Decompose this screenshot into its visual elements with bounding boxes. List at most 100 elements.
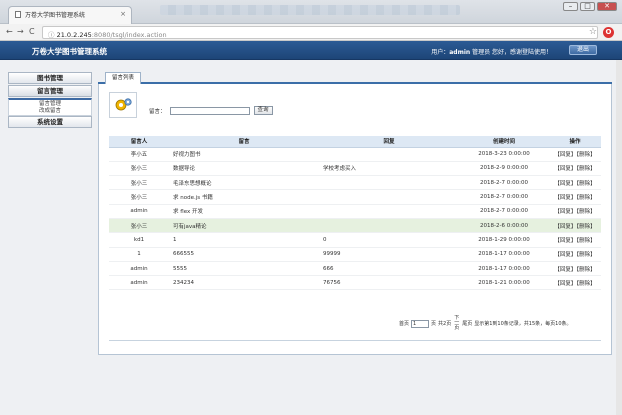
reply-link[interactable]: 【回复】 (554, 181, 576, 187)
pager-summary: 显示第1到10条记录，共15条，每页10条。 (474, 321, 572, 327)
forward-icon[interactable]: → (17, 27, 24, 36)
cell-reply (319, 189, 459, 205)
user-name: admin (449, 49, 471, 56)
cell-message: 可有java精论 (169, 218, 319, 234)
cell-message: 234234 (169, 275, 319, 291)
content-panel: 留言列表 留言： 查询 留言人 留言 回复 创建时间 操作 李小五 好视力图书 … (98, 72, 612, 357)
cell-actions: 【回复】【删除】 (549, 247, 601, 262)
cell-reply (319, 204, 459, 219)
reply-link[interactable]: 【回复】 (554, 252, 576, 258)
cell-message: 数据导论 (169, 161, 319, 177)
cell-reply: 666 (319, 261, 459, 277)
cell-reply (319, 147, 459, 162)
cell-created: 2018-2-9 0:00:00 (459, 161, 549, 177)
cell-message: 好视力图书 (169, 147, 319, 162)
reload-icon[interactable]: C (29, 27, 35, 36)
reply-link[interactable]: 【回复】 (554, 166, 576, 172)
reply-link[interactable]: 【回复】 (554, 209, 576, 215)
reply-link[interactable]: 【回复】 (554, 238, 576, 244)
table-row: 张小三 数据导论 学校考虑买入 2018-2-9 0:00:00 【回复】【删除】 (109, 161, 601, 177)
reply-link[interactable]: 【回复】 (554, 195, 576, 201)
cell-message: 1 (169, 232, 319, 248)
search-label: 留言： (149, 108, 166, 115)
reply-link[interactable]: 【回复】 (554, 281, 576, 287)
delete-link[interactable]: 【删除】 (576, 224, 595, 230)
cell-message: 5555 (169, 261, 319, 277)
cell-author: 1 (109, 247, 169, 262)
delete-link[interactable]: 【删除】 (576, 267, 595, 273)
opera-icon[interactable]: O (603, 27, 614, 38)
delete-link[interactable]: 【删除】 (576, 181, 595, 187)
cell-author: admin (109, 275, 169, 291)
sidebar-item-message-manage[interactable]: 留言管理 (8, 98, 92, 107)
delete-link[interactable]: 【删除】 (576, 166, 595, 172)
cell-message: 求 node.js 书籍 (169, 189, 319, 205)
table-row: admin 5555 666 2018-1-17 0:00:00 【回复】【删除】 (109, 261, 601, 277)
search-button[interactable]: 查询 (253, 106, 273, 115)
cell-created: 2018-1-29 0:00:00 (459, 232, 549, 248)
cell-created: 2018-2-7 0:00:00 (459, 204, 549, 219)
gear-icon (109, 92, 137, 118)
message-table: 留言人 留言 回复 创建时间 操作 李小五 好视力图书 2018-3-23 0:00… (109, 136, 601, 291)
reply-link[interactable]: 【回复】 (554, 224, 576, 230)
cell-actions: 【回复】【删除】 (549, 275, 601, 291)
cell-actions: 【回复】【删除】 (549, 175, 601, 191)
gears-graphic (115, 98, 132, 111)
cell-created: 2018-2-7 0:00:00 (459, 189, 549, 205)
user-suffix: 管理员 您好，感谢登陆使用！ (470, 49, 552, 56)
delete-link[interactable]: 【删除】 (576, 281, 595, 287)
delete-link[interactable]: 【删除】 (576, 195, 595, 201)
cell-reply: 76756 (319, 275, 459, 291)
reply-link[interactable]: 【回复】 (554, 152, 576, 158)
pager: 首页 1 页 共2页 下一页 尾页 显示第1到10条记录，共15条，每页10条。 (399, 316, 604, 331)
search-input[interactable] (169, 106, 250, 115)
maximize-icon[interactable]: □ (580, 2, 595, 11)
cell-actions: 【回复】【删除】 (549, 232, 601, 248)
pager-first[interactable]: 首页 (399, 320, 409, 327)
sidebar-section-settings[interactable]: 系统设置 (8, 116, 92, 128)
user-prefix: 用户： (431, 49, 450, 56)
scrollbar[interactable] (616, 60, 622, 415)
back-icon[interactable]: ← (6, 27, 13, 36)
panel-tabbar: 留言列表 (98, 72, 612, 84)
table-row: 1 666555 99999 2018-1-17 0:00:00 【回复】【删除】 (109, 247, 601, 262)
user-greeting: 用户：admin 管理员 您好，感谢登陆使用！ (431, 47, 552, 56)
tab-message-list[interactable]: 留言列表 (105, 72, 141, 84)
window-controls: – □ ✕ (563, 2, 617, 11)
cell-message: 666555 (169, 247, 319, 262)
cell-author: 李小五 (109, 147, 169, 162)
col-message: 留言 (169, 136, 319, 148)
cell-created: 2018-2-6 0:00:00 (459, 218, 549, 234)
tab-close-icon[interactable]: × (120, 10, 126, 18)
bookmark-star-icon[interactable]: ☆ (589, 27, 597, 37)
pager-next[interactable]: 下一页 (453, 316, 460, 331)
cell-actions: 【回复】【删除】 (549, 147, 601, 162)
tab-title: 万卷大学图书管理系统 (25, 12, 86, 19)
cell-author: 张小三 (109, 175, 169, 191)
logout-button[interactable]: 退出 (569, 45, 597, 55)
delete-link[interactable]: 【删除】 (576, 252, 595, 258)
pager-last[interactable]: 尾页 (462, 320, 472, 327)
sidebar-item-message-edit[interactable]: 改成留言 (8, 107, 92, 116)
cell-author: 张小三 (109, 161, 169, 177)
delete-link[interactable]: 【删除】 (576, 152, 595, 158)
page-number-input[interactable]: 1 (411, 319, 430, 328)
app-title: 万卷大学图书管理系统 (32, 47, 107, 56)
info-icon[interactable]: ⓘ (48, 31, 55, 39)
url-input[interactable]: ⓘ 21.0.2.245:8080/tsgl/index.action (42, 26, 598, 39)
delete-link[interactable]: 【删除】 (576, 238, 595, 244)
window-close-icon[interactable]: ✕ (597, 2, 617, 11)
browser-tabbar: 万卷大学图书管理系统 × – □ ✕ (0, 0, 622, 24)
sidebar-section-messages[interactable]: 留言管理 (8, 85, 92, 97)
table-header-row: 留言人 留言 回复 创建时间 操作 (109, 136, 601, 148)
minimize-icon[interactable]: – (563, 2, 578, 11)
app-header: 万卷大学图书管理系统 用户：admin 管理员 您好，感谢登陆使用！ 退出 (0, 41, 622, 60)
sidebar-section-books[interactable]: 图书管理 (8, 72, 92, 84)
cell-created: 2018-3-23 0:00:00 (459, 147, 549, 162)
browser-tab[interactable]: 万卷大学图书管理系统 × (8, 6, 132, 24)
cell-created: 2018-2-7 0:00:00 (459, 175, 549, 191)
url-host: 21.0.2.245 (56, 31, 92, 39)
cell-actions: 【回复】【删除】 (549, 189, 601, 205)
delete-link[interactable]: 【删除】 (576, 209, 595, 215)
reply-link[interactable]: 【回复】 (554, 267, 576, 273)
